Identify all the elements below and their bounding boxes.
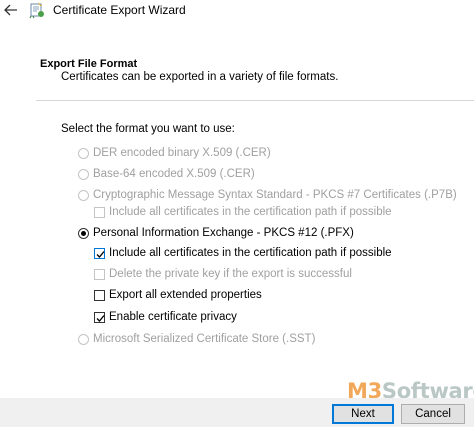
- radio-button[interactable]: [78, 168, 89, 180]
- window-title: Certificate Export Wizard: [53, 3, 186, 17]
- checkbox-p7b-include-all[interactable]: Include all certificates in the certific…: [94, 204, 392, 220]
- radio-button[interactable]: [78, 227, 89, 239]
- wizard-header: Export File Format Certificates can be e…: [0, 48, 474, 100]
- checkbox-label: Include all certificates in the certific…: [109, 247, 392, 259]
- radio-label: Cryptographic Message Syntax Standard - …: [93, 189, 457, 201]
- checkbox-label: Export all extended properties: [109, 289, 262, 301]
- checkbox-label: Delete the private key if the export is …: [109, 268, 352, 280]
- format-prompt: Select the format you want to use:: [61, 123, 235, 135]
- certificate-wizard-icon: [28, 1, 46, 19]
- radio-button[interactable]: [78, 147, 89, 159]
- checkbox[interactable]: [94, 268, 105, 280]
- back-arrow-icon[interactable]: [2, 1, 20, 19]
- checkbox[interactable]: [94, 311, 105, 323]
- checkbox[interactable]: [94, 206, 105, 218]
- checkbox-delete-private-key[interactable]: Delete the private key if the export is …: [94, 266, 352, 282]
- radio-button[interactable]: [78, 189, 89, 201]
- checkbox[interactable]: [94, 289, 105, 301]
- next-button[interactable]: Next: [332, 404, 394, 424]
- header-divider: [36, 100, 474, 101]
- radio-sst[interactable]: Microsoft Serialized Certificate Store (…: [78, 331, 315, 347]
- radio-label: Microsoft Serialized Certificate Store (…: [93, 333, 316, 345]
- radio-button[interactable]: [78, 333, 89, 345]
- radio-label: DER encoded binary X.509 (.CER): [93, 147, 271, 159]
- checkbox-pfx-include-all[interactable]: Include all certificates in the certific…: [94, 245, 392, 261]
- radio-pkcs7-p7b[interactable]: Cryptographic Message Syntax Standard - …: [78, 187, 457, 203]
- checkbox[interactable]: [94, 247, 105, 259]
- checkmark-icon: [96, 250, 105, 258]
- checkbox-label: Include all certificates in the certific…: [109, 206, 392, 218]
- checkmark-icon: [96, 314, 105, 322]
- certificate-export-wizard: Certificate Export Wizard Export File Fo…: [0, 0, 474, 427]
- title-bar: Certificate Export Wizard: [0, 0, 474, 22]
- radio-label: Base-64 encoded X.509 (.CER): [93, 168, 255, 180]
- cancel-button[interactable]: Cancel: [401, 404, 465, 424]
- page-subtitle: Certificates can be exported in a variet…: [61, 71, 339, 83]
- radio-label: Personal Information Exchange - PKCS #12…: [93, 227, 354, 239]
- checkbox-export-extended-properties[interactable]: Export all extended properties: [94, 287, 262, 303]
- radio-base64-cer[interactable]: Base-64 encoded X.509 (.CER): [78, 166, 255, 182]
- radio-der-cer[interactable]: DER encoded binary X.509 (.CER): [78, 145, 271, 161]
- checkbox-enable-certificate-privacy[interactable]: Enable certificate privacy: [94, 309, 237, 325]
- radio-pkcs12-pfx[interactable]: Personal Information Exchange - PKCS #12…: [78, 225, 354, 241]
- page-title: Export File Format: [40, 58, 138, 70]
- checkbox-label: Enable certificate privacy: [109, 311, 237, 323]
